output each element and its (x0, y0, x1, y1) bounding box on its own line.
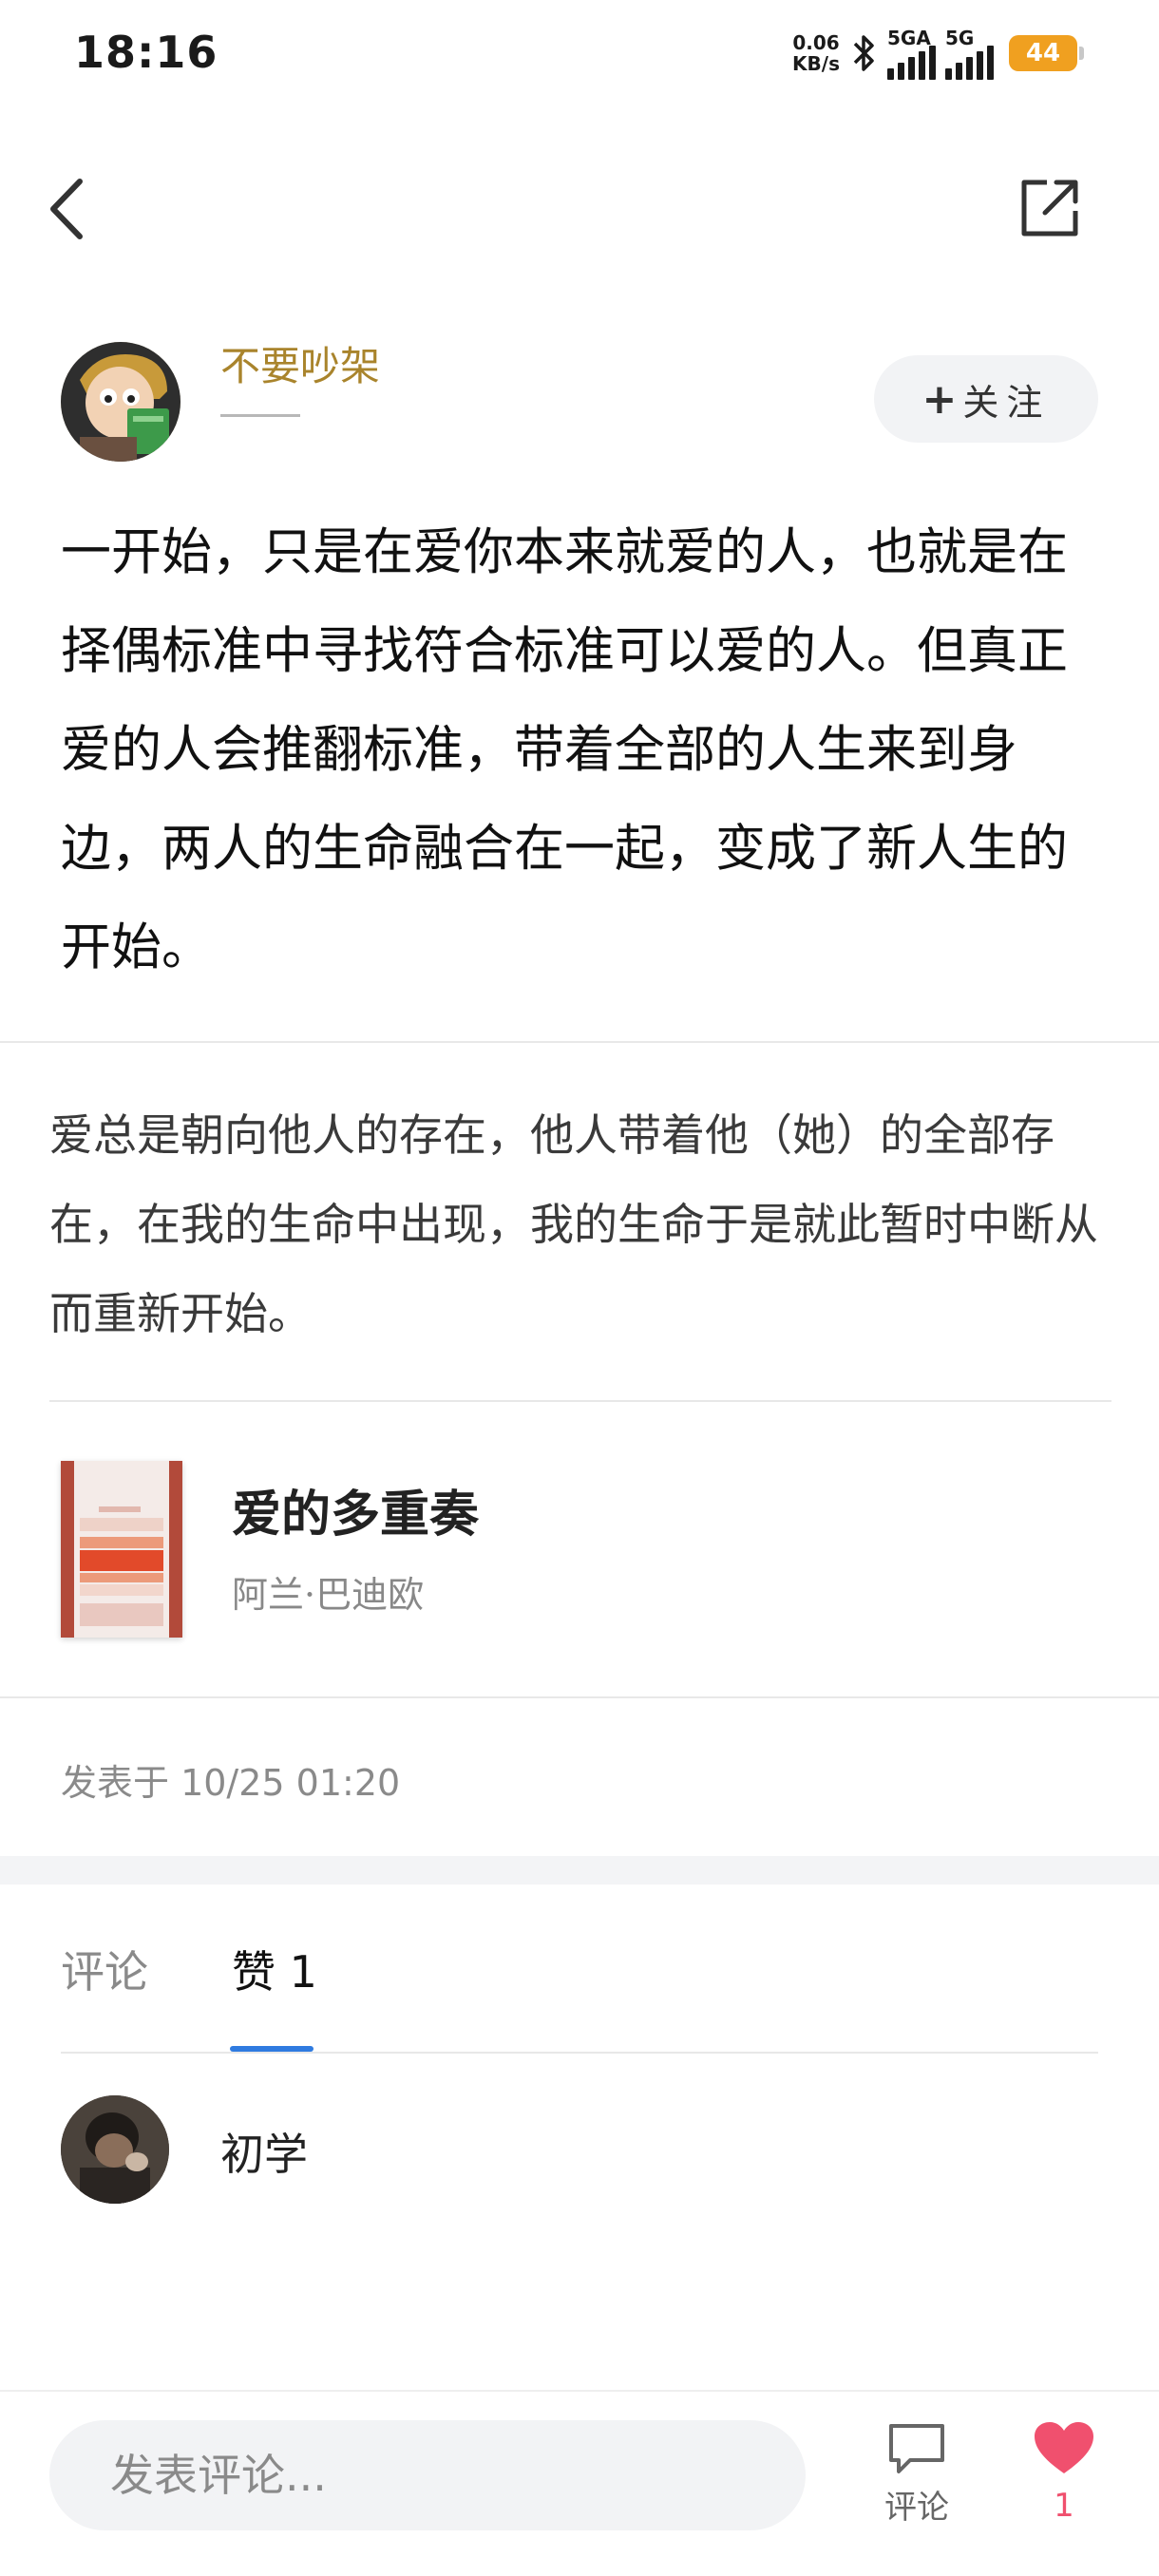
signal-icon: 5GA (887, 27, 936, 80)
divider (49, 1400, 1112, 1402)
status-indicators: 0.06 KB/s 5GA 5G 44 (792, 25, 1084, 82)
author-avatar[interactable] (61, 342, 180, 462)
tab-comments[interactable]: 评论 (61, 1938, 148, 2000)
battery-level: 44 (1025, 39, 1061, 67)
comment-icon (889, 2424, 944, 2473)
network-speed: 0.06 KB/s (792, 32, 840, 74)
author-signature-line (220, 414, 300, 417)
follow-button[interactable]: + 关注 (874, 355, 1098, 443)
author-avatar-image (61, 342, 180, 462)
like-count: 1 (1054, 2487, 1074, 2525)
section-separator (0, 1856, 1159, 1885)
network-speed-unit: KB/s (792, 52, 840, 75)
divider (0, 1041, 1159, 1043)
plus-icon: + (922, 374, 958, 424)
battery-icon: 44 (1009, 35, 1084, 71)
tab-likes[interactable]: 赞 1 (232, 1938, 317, 2000)
liker-name[interactable]: 初学 (220, 2120, 308, 2183)
post-text: 一开始，只是在爱你本来就爱的人，也就是在择偶标准中寻找符合标准可以爱的人。但真正… (61, 523, 1068, 976)
status-bar: 18:16 0.06 KB/s 5GA 5G 44 (0, 0, 1159, 114)
network-speed-value: 0.06 (792, 31, 840, 54)
bluetooth-icon (853, 35, 874, 71)
quote-text: 爱总是朝向他人的存在，他人带着他（她）的全部存在，在我的生命中出现，我的生命于是… (49, 1109, 1098, 1339)
back-arrow-icon (50, 179, 83, 239)
book-author: 阿兰·巴迪欧 (232, 1574, 425, 1616)
share-button[interactable] (1018, 177, 1081, 239)
signal-icon: 5G (945, 27, 994, 80)
comment-button-label: 评论 (884, 2489, 949, 2527)
divider (0, 1696, 1159, 1698)
post-date: 发表于 10/25 01:20 (61, 1762, 401, 1804)
liker-avatar[interactable] (61, 2095, 169, 2204)
liker-avatar-image (61, 2095, 169, 2204)
back-button[interactable] (46, 171, 103, 247)
book-cover-image (61, 1461, 182, 1638)
divider (61, 2052, 1098, 2054)
share-icon (1021, 180, 1078, 237)
sim1-label: 5GA (887, 27, 931, 49)
heart-icon (1035, 2422, 1093, 2473)
author-name[interactable]: 不要吵架 (220, 334, 380, 392)
book-title[interactable]: 爱的多重奏 (232, 1474, 479, 1545)
sim2-label: 5G (945, 27, 975, 49)
comment-button[interactable]: 评论 (874, 2420, 960, 2544)
status-time: 18:16 (74, 27, 218, 78)
follow-label: 关注 (962, 381, 1051, 424)
like-button[interactable]: 1 (1026, 2420, 1102, 2544)
comment-input[interactable] (49, 2420, 806, 2530)
book-cover[interactable] (61, 1461, 182, 1638)
